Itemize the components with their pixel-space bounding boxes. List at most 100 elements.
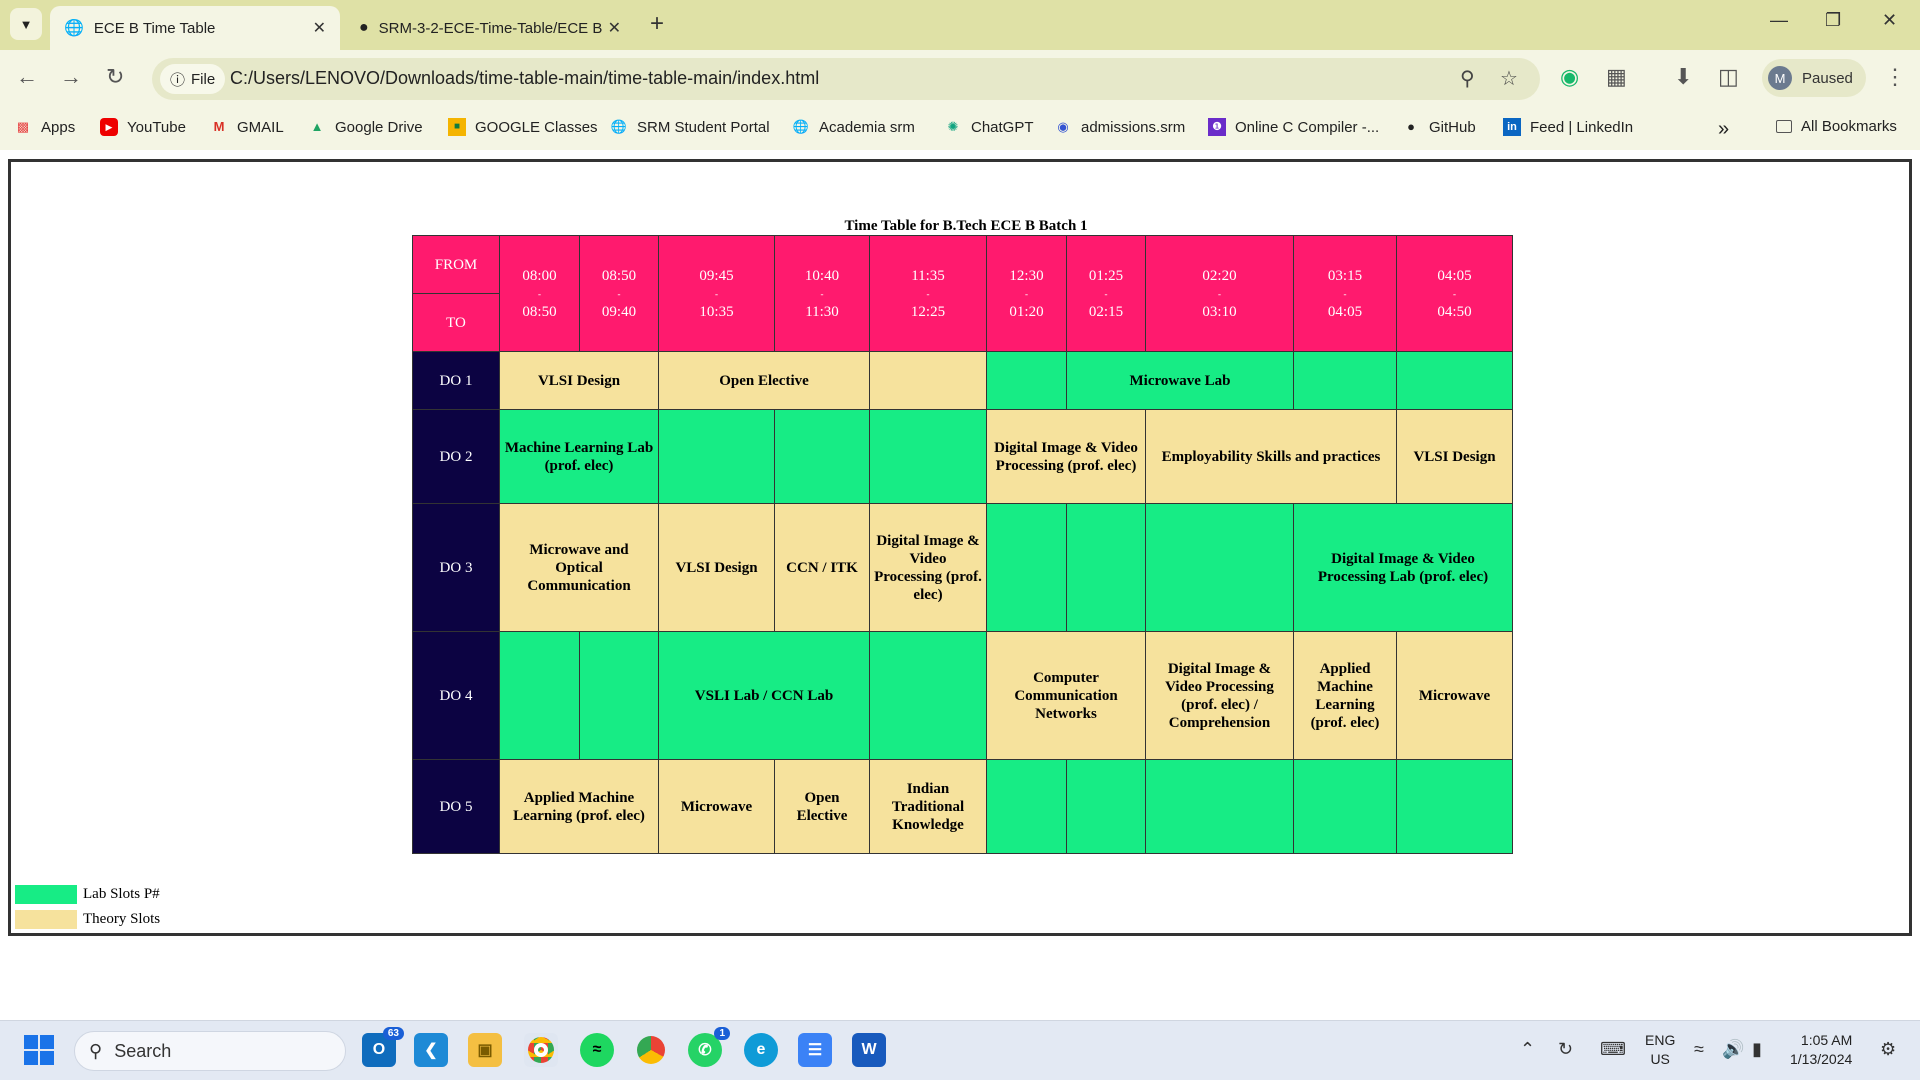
time-slot: 08:50 - 09:40: [579, 235, 659, 352]
clock[interactable]: 1:05 AM 1/13/2024: [1790, 1031, 1852, 1069]
window-close-icon[interactable]: ✕: [1882, 10, 1897, 31]
vscode-icon[interactable]: ❮: [414, 1033, 448, 1067]
word-icon[interactable]: W: [852, 1033, 886, 1067]
bookmark-google-classes[interactable]: ■ GOOGLE Classes: [448, 118, 598, 136]
side-panel-icon[interactable]: ◫: [1718, 64, 1739, 90]
bookmark-star-icon[interactable]: ☆: [1500, 66, 1518, 91]
url-text[interactable]: C:/Users/LENOVO/Downloads/time-table-mai…: [230, 68, 819, 89]
lab-slot-cell: [1066, 759, 1146, 854]
notepad-icon[interactable]: ☰: [798, 1033, 832, 1067]
lab-slot-cell: [986, 351, 1067, 410]
extensions-icon[interactable]: ▦: [1606, 64, 1627, 90]
linkedin-icon: in: [1503, 118, 1521, 136]
minimize-icon[interactable]: —: [1770, 10, 1788, 31]
close-icon[interactable]: ✕: [313, 18, 326, 38]
file-explorer-icon[interactable]: ▣: [468, 1033, 502, 1067]
menu-kebab-icon[interactable]: ⋮: [1884, 64, 1906, 90]
time-slot: 09:45 - 10:35: [658, 235, 775, 352]
slot-dash: -: [1218, 288, 1221, 299]
chevron-down-icon: ▼: [19, 16, 33, 32]
battery-icon[interactable]: ▮: [1752, 1039, 1762, 1060]
slot-to: 10:35: [699, 303, 734, 320]
restore-icon[interactable]: ❐: [1825, 10, 1841, 31]
slot-from: 10:40: [804, 267, 840, 284]
new-tab-icon[interactable]: +: [650, 10, 664, 38]
bookmark-academia-srm[interactable]: 🌐 Academia srm: [792, 118, 915, 136]
theory-slot-cell: Open Elective: [774, 759, 870, 854]
bookmark-youtube[interactable]: ▶ YouTube: [100, 118, 186, 136]
slot-from: 08:00: [522, 267, 557, 284]
theory-slot-cell: CCN / ITK: [774, 503, 870, 632]
bookmarks-overflow[interactable]: »: [1718, 118, 1729, 141]
bookmark-linkedin[interactable]: in Feed | LinkedIn: [1503, 118, 1633, 136]
chrome-profile-icon[interactable]: [634, 1033, 668, 1067]
day-row: DO 2 Machine Learning Lab (prof. elec) Dig…: [412, 409, 1513, 504]
theory-slot-cell: Applied Machine Learning (prof. elec): [499, 759, 659, 854]
lab-slot-cell: [1066, 503, 1146, 632]
chevron-up-icon[interactable]: ⌃: [1520, 1039, 1535, 1060]
wifi-icon[interactable]: ≈: [1694, 1039, 1704, 1060]
bookmark-online-c-compiler[interactable]: ❶ Online C Compiler -...: [1208, 118, 1379, 136]
slot-from: 04:05: [1437, 267, 1472, 284]
download-icon[interactable]: ⬇: [1674, 64, 1692, 90]
globe-icon: 🌐: [64, 20, 84, 37]
bookmark-srm-student-portal[interactable]: 🌐 SRM Student Portal: [610, 118, 770, 136]
forward-icon[interactable]: →: [60, 64, 82, 90]
bookmark-github[interactable]: ● GitHub: [1402, 118, 1476, 136]
time-slot: 03:15 - 04:05: [1293, 235, 1397, 352]
windows-start-icon[interactable]: [24, 1035, 54, 1065]
lab-slot-cell: [986, 503, 1067, 632]
lab-slot-cell: [774, 409, 870, 504]
slot-from: 11:35: [911, 267, 945, 284]
slot-to: 11:30: [805, 303, 839, 320]
lab-slot-cell: [1293, 759, 1397, 854]
outlook-icon[interactable]: O 63: [362, 1027, 404, 1067]
profile-status: Paused: [1802, 69, 1853, 87]
bookmark-chatgpt[interactable]: ✺ ChatGPT: [944, 118, 1034, 136]
zoom-icon[interactable]: ⚲: [1460, 66, 1475, 91]
bookmark-admissions-srm[interactable]: ◉ admissions.srm: [1054, 118, 1185, 136]
legend-label: Theory Slots: [83, 911, 161, 927]
keyboard-icon[interactable]: ⌨: [1600, 1039, 1626, 1060]
tab-search-button[interactable]: ▼: [10, 8, 42, 40]
all-bookmarks[interactable]: All Bookmarks: [1776, 118, 1897, 135]
grammarly-icon[interactable]: ◉: [1560, 64, 1579, 90]
bookmark-gmail[interactable]: M GMAIL: [210, 118, 284, 136]
profile-button[interactable]: M Paused: [1762, 59, 1866, 97]
timetable: FROM 08:00 - 08:50 08:50 - 09:40 09:45 - 10:35 10:…: [412, 235, 1513, 854]
spotify-icon[interactable]: ≈: [580, 1033, 614, 1067]
lab-slot-cell: [658, 409, 775, 504]
volume-icon[interactable]: 🔊: [1722, 1039, 1744, 1060]
tab-title: SRM-3-2-ECE-Time-Table/ECE B: [378, 19, 603, 37]
notifications-icon[interactable]: ⚙: [1880, 1039, 1896, 1060]
legend-swatch: [15, 885, 77, 904]
theory-slot-cell: VLSI Design: [499, 351, 659, 410]
whatsapp-icon[interactable]: ✆ 1: [688, 1027, 730, 1067]
sync-icon[interactable]: ↻: [1558, 1039, 1573, 1060]
theory-slot-cell: Microwave: [658, 759, 775, 854]
page-content: Time Table for B.Tech ECE B Batch 1 FROM…: [8, 159, 1912, 936]
slot-from: 02:20: [1202, 267, 1237, 284]
reload-icon[interactable]: ↻: [106, 64, 124, 90]
tab-ece-b-time-table[interactable]: 🌐 ECE B Time Table ✕: [50, 6, 340, 50]
slot-to: 03:10: [1202, 303, 1237, 320]
day-label: DO 4: [412, 631, 500, 760]
slot-from: 09:45: [699, 267, 734, 284]
language-indicator[interactable]: ENG US: [1645, 1031, 1675, 1069]
chrome-icon[interactable]: [524, 1033, 558, 1067]
tab-github-repo[interactable]: ● SRM-3-2-ECE-Time-Table/ECE B ✕: [345, 6, 635, 50]
bookmark-google-drive[interactable]: ▲ Google Drive: [308, 118, 423, 136]
lab-slot-cell: Digital Image & Video Processing Lab (pr…: [1293, 503, 1513, 632]
slot-dash: -: [1343, 288, 1347, 299]
close-icon[interactable]: ✕: [608, 18, 621, 38]
time-slot: 02:20 - 03:10: [1145, 235, 1294, 352]
address-bar[interactable]: ⓘ File C:/Users/LENOVO/Downloads/time-ta…: [152, 58, 1540, 100]
to-label: TO: [412, 293, 500, 352]
edge-icon[interactable]: e: [744, 1033, 778, 1067]
slot-dash: -: [715, 288, 718, 299]
github-icon: ●: [1407, 119, 1415, 134]
back-icon[interactable]: ←: [16, 64, 38, 90]
taskbar-search[interactable]: ⚲ Search: [74, 1031, 346, 1071]
site-info-chip[interactable]: ⓘ File: [160, 64, 226, 94]
bookmark-apps[interactable]: ▩ Apps: [14, 118, 75, 136]
